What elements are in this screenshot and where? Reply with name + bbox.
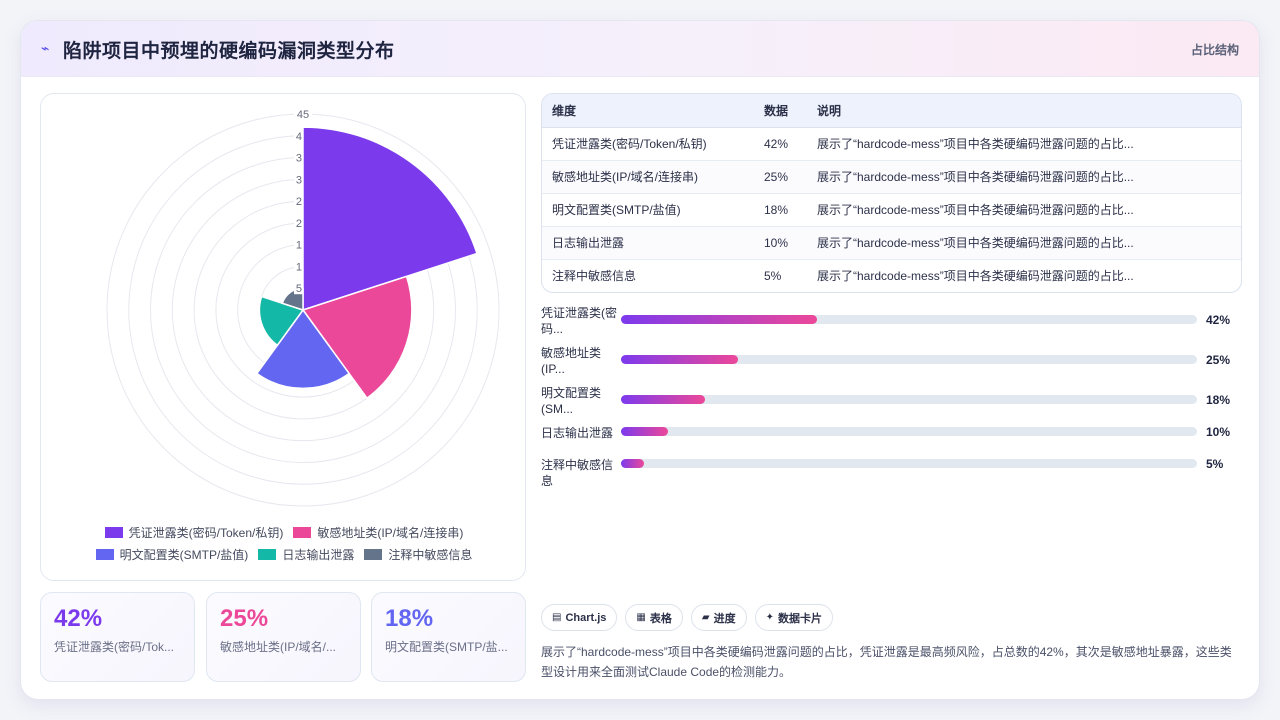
table-header-row: 维度 数据 说明 — [542, 94, 1241, 128]
table-cell: 展示了“hardcode-mess”项目中各类硬编码泄露问题的占比... — [817, 127, 1241, 161]
table-cell: 日志输出泄露 — [542, 226, 764, 260]
progress-percent: 18% — [1206, 393, 1231, 407]
progress-track — [621, 315, 1197, 324]
legend-label: 注释中敏感信息 — [388, 547, 473, 562]
table-cell: 42% — [764, 127, 817, 161]
stat-label: 敏感地址类(IP/域名/... — [220, 640, 337, 654]
tick-label: 2 — [296, 218, 302, 230]
stat-value: 18% — [385, 605, 434, 632]
progress-fill — [621, 355, 738, 364]
table-cell: 25% — [764, 160, 817, 194]
chip-label: 表格 — [649, 612, 672, 625]
table-cell: 5% — [764, 268, 782, 283]
dashboard-card: ⌁ 陷阱项目中预埋的硬编码漏洞类型分布 占比结构 45 4 3 3 2 2 1 1 5 凭证泄露… — [20, 20, 1260, 700]
table-cell: 10% — [764, 226, 817, 260]
progress-percent: 42% — [1206, 313, 1231, 327]
progress-icon: ▰ — [701, 612, 710, 623]
chart-legend: 凭证泄露类(密码/Token/私钥) 敏感地址类(IP/域名/连接串) 明文配置… — [41, 521, 527, 565]
chip-data-card[interactable]: ✦ 数据卡片 — [754, 604, 833, 631]
progress-label: 敏感地址类(IP... — [541, 346, 602, 376]
progress-fill — [621, 315, 817, 324]
table-cell: 明文配置类(SMTP/盐值) — [542, 193, 764, 227]
chip-label: 数据卡片 — [777, 612, 822, 625]
table-cell: 展示了“hardcode-mess”项目中各类硬编码泄露问题的占比... — [817, 226, 1241, 260]
legend-label: 日志输出泄露 — [282, 547, 355, 562]
progress-track — [621, 355, 1197, 364]
chip-progress[interactable]: ▰ 进度 — [690, 604, 747, 631]
tick-label: 5 — [296, 283, 302, 295]
stat-value: 42% — [54, 605, 103, 632]
stat-value: 25% — [220, 605, 269, 632]
progress-percent: 25% — [1206, 353, 1231, 367]
stat-label: 凭证泄露类(密码/Tok... — [54, 640, 175, 654]
stat-label: 明文配置类(SMTP/盐... — [385, 640, 508, 654]
tag-chips: ▤ Chart.js ▦ 表格 ▰ 进度 ✦ 数据卡片 — [541, 604, 833, 631]
tick-label: 3 — [296, 174, 302, 186]
progress-track — [621, 395, 1197, 404]
table-cell: 凭证泄露类(密码/Token/私钥) — [542, 127, 764, 161]
progress-fill — [621, 427, 668, 436]
table-cell: 注释中敏感信息 — [552, 269, 637, 284]
legend-label: 敏感地址类(IP/域名/连接串) — [317, 525, 464, 540]
table-row: 敏感地址类(IP/域名/连接串) 25% 展示了“hardcode-mess”项… — [542, 160, 1241, 194]
page-title: 陷阱项目中预埋的硬编码漏洞类型分布 — [63, 41, 395, 62]
table-cell: 18% — [764, 193, 817, 227]
table-row: 明文配置类(SMTP/盐值) 18% 展示了“hardcode-mess”项目中… — [542, 193, 1241, 227]
card-icon: ✦ — [765, 612, 774, 623]
tick-label: 45 — [297, 109, 309, 121]
legend-item[interactable]: 凭证泄露类(密码/Token/私钥) — [104, 524, 284, 541]
legend-item[interactable]: 明文配置类(SMTP/盐值) — [95, 546, 249, 563]
tick-label: 4 — [296, 131, 302, 143]
progress-fill — [621, 395, 705, 404]
legend-item[interactable]: 敏感地址类(IP/域名/连接串) — [293, 524, 463, 541]
data-table: 维度 数据 说明 凭证泄露类(密码/Token/私钥) 42% 展示了“hard… — [541, 93, 1242, 293]
tick-label: 1 — [296, 261, 302, 273]
progress-label: 明文配置类(SM... — [541, 386, 602, 416]
table-icon: ▦ — [636, 612, 646, 623]
chart-icon: ▤ — [552, 612, 562, 623]
description: 展示了“hardcode-mess”项目中各类硬编码泄露问题的占比，凭证泄露是最… — [541, 645, 1232, 679]
tick-label: 2 — [296, 196, 302, 208]
progress-percent: 10% — [1206, 425, 1231, 439]
table-row: 注释中敏感信息 5% 展示了“hardcode-mess”项目中各类硬编码泄露问… — [542, 259, 1241, 292]
stat-card: 25% 敏感地址类(IP/域名/... — [206, 592, 361, 682]
chip-label: 进度 — [713, 612, 736, 625]
column-header: 数据 — [764, 94, 817, 128]
chip-table[interactable]: ▦ 表格 — [625, 604, 683, 631]
legend-label: 凭证泄露类(密码/Token/私钥) — [128, 525, 284, 540]
progress-fill — [621, 459, 645, 468]
table-row: 日志输出泄露 10% 展示了“hardcode-mess”项目中各类硬编码泄露问… — [542, 226, 1241, 260]
progress-label: 凭证泄露类(密码... — [541, 306, 617, 336]
header: ⌁ 陷阱项目中预埋的硬编码漏洞类型分布 占比结构 — [21, 21, 1259, 77]
chip-chartjs[interactable]: ▤ Chart.js — [541, 604, 618, 631]
sparkle-icon: ⌁ — [41, 40, 50, 56]
column-header: 说明 — [817, 94, 1241, 128]
tick-label: 3 — [296, 153, 302, 165]
polar-area-chart: 45 4 3 3 2 2 1 1 5 — [106, 108, 500, 507]
table-row: 凭证泄露类(密码/Token/私钥) 42% 展示了“hardcode-mess… — [542, 127, 1241, 161]
legend-item[interactable]: 注释中敏感信息 — [364, 546, 472, 563]
progress-percent: 5% — [1206, 457, 1224, 471]
tick-label: 1 — [296, 240, 302, 252]
table-cell: 展示了“hardcode-mess”项目中各类硬编码泄露问题的占比... — [817, 160, 1241, 194]
legend-item[interactable]: 日志输出泄露 — [258, 546, 354, 563]
header-subtitle: 占比结构 — [1190, 43, 1239, 57]
table-cell: 敏感地址类(IP/域名/连接串) — [542, 160, 764, 194]
table-cell: 展示了“hardcode-mess”项目中各类硬编码泄露问题的占比... — [817, 193, 1241, 227]
stat-card: 18% 明文配置类(SMTP/盐... — [371, 592, 526, 682]
legend-label: 明文配置类(SMTP/盐值) — [119, 547, 249, 562]
column-header: 维度 — [542, 94, 764, 128]
progress-track — [621, 427, 1197, 436]
progress-label: 注释中敏感信息 — [541, 458, 614, 488]
stat-card: 42% 凭证泄露类(密码/Tok... — [40, 592, 195, 682]
progress-track — [621, 459, 1197, 468]
table-cell: 展示了“hardcode-mess”项目中各类硬编码泄露问题的占比... — [817, 269, 1134, 284]
chip-label: Chart.js — [565, 611, 607, 624]
polar-chart-panel: 45 4 3 3 2 2 1 1 5 凭证泄露类(密码/Token/私钥) 敏感地址类(IP/域… — [40, 93, 526, 581]
progress-label: 日志输出泄露 — [541, 426, 614, 440]
